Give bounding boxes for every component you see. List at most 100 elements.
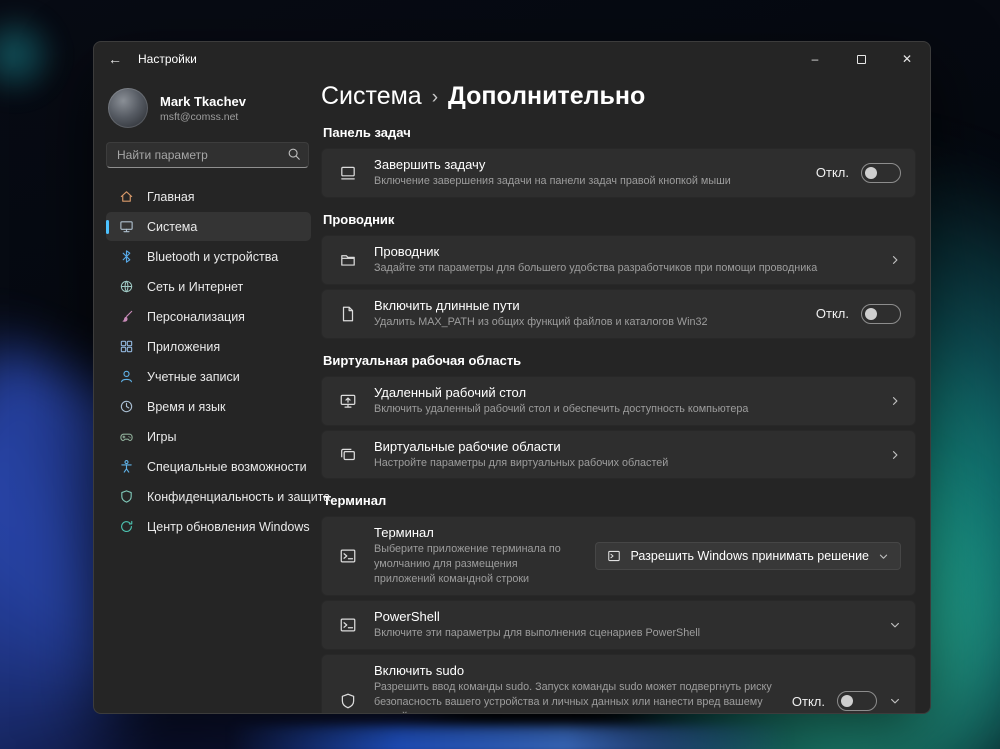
wallpaper-blue-band: [230, 725, 790, 749]
end-task-toggle[interactable]: [861, 162, 901, 183]
sidebar-item-time-language[interactable]: Время и язык: [106, 392, 311, 421]
user-name: Mark Tkachev: [160, 93, 246, 109]
section-taskbar: Панель задач Завершить задачу Включение …: [321, 125, 916, 198]
toggle-state-label: Откл.: [791, 693, 825, 709]
row-title: Проводник: [374, 243, 440, 259]
end-task-icon: [322, 164, 374, 182]
sudo-row: Включить sudo Разрешить ввод команды sud…: [321, 654, 916, 713]
row-description: Разрешить ввод команды sudo. Запуск кома…: [374, 681, 772, 713]
time-language-clock-icon: [118, 399, 134, 415]
remote-desktop-row[interactable]: Удаленный рабочий стол Включить удаленны…: [321, 375, 916, 426]
sidebar-item-label: Система: [147, 219, 198, 234]
accessibility-person-icon: [118, 459, 134, 475]
sidebar-item-label: Сеть и Интернет: [147, 279, 244, 294]
desktop-background: ← Настройки – ✕ Mark Tkachev msft@comss.…: [0, 0, 1000, 749]
virtual-desktops-icon: [322, 446, 374, 464]
breadcrumb: Система › Дополнительно: [321, 82, 916, 111]
breadcrumb-parent[interactable]: Система: [321, 82, 422, 111]
accounts-person-icon: [118, 369, 134, 385]
bluetooth-icon: [118, 249, 134, 265]
close-icon: ✕: [901, 52, 913, 66]
sidebar: Mark Tkachev msft@comss.net Главная: [94, 76, 330, 713]
sidebar-item-network[interactable]: Сеть и Интернет: [106, 272, 311, 301]
sidebar-item-home[interactable]: Главная: [106, 182, 311, 211]
search-icon: [287, 147, 301, 166]
sidebar-item-system[interactable]: Система: [106, 212, 311, 241]
chevron-down-icon[interactable]: [889, 695, 901, 707]
sidebar-item-privacy[interactable]: Конфиденциальность и защита: [106, 482, 330, 511]
sidebar-item-label: Приложения: [147, 339, 221, 354]
end-task-row: Завершить задачу Включение завершения за…: [321, 148, 916, 198]
chevron-right-icon: [889, 449, 901, 461]
sidebar-item-label: Главная: [147, 189, 195, 204]
personalization-brush-icon: [118, 309, 134, 325]
sidebar-item-apps[interactable]: Приложения: [106, 332, 311, 361]
sidebar-item-accessibility[interactable]: Специальные возможности: [106, 452, 311, 481]
virtual-desktops-row[interactable]: Виртуальные рабочие области Настройте па…: [321, 429, 916, 480]
sidebar-item-label: Учетные записи: [147, 369, 240, 384]
toggle-state-label: Откл.: [815, 306, 849, 322]
sidebar-item-personalization[interactable]: Персонализация: [106, 302, 311, 331]
chevron-down-icon: [878, 551, 889, 562]
row-title: Включить sudo: [374, 663, 465, 679]
sudo-shield-icon: [322, 692, 374, 710]
search-input[interactable]: [106, 142, 309, 168]
maximize-button[interactable]: [838, 42, 884, 76]
row-title: Удаленный рабочий стол: [374, 384, 527, 400]
sidebar-item-label: Конфиденциальность и защита: [147, 489, 331, 504]
section-title: Виртуальная рабочая область: [323, 352, 522, 368]
windows-update-icon: [118, 519, 134, 535]
selected-indicator: [106, 219, 109, 234]
sidebar-item-label: Центр обновления Windows: [147, 519, 310, 534]
user-card: Mark Tkachev msft@comss.net: [106, 84, 311, 138]
row-title: Терминал: [374, 525, 434, 541]
terminal-default-row: Терминал Выберите приложение терминала п…: [321, 516, 916, 597]
terminal-default-dropdown[interactable]: Разрешить Windows принимать решение: [595, 542, 901, 571]
close-button[interactable]: ✕: [884, 42, 930, 76]
privacy-shield-icon: [118, 489, 134, 505]
minimize-button[interactable]: –: [792, 42, 838, 76]
row-description: Включить удаленный рабочий стол и обеспе…: [374, 402, 749, 415]
remote-desktop-icon: [322, 392, 374, 410]
sidebar-item-label: Bluetooth и устройства: [147, 249, 279, 264]
section-title: Проводник: [323, 211, 395, 227]
row-title: Завершить задачу: [374, 157, 486, 172]
chevron-right-icon: [889, 254, 901, 266]
row-description: Задайте эти параметры для большего удобс…: [374, 261, 818, 274]
sidebar-item-label: Игры: [147, 429, 177, 444]
apps-grid-icon: [118, 339, 134, 355]
sidebar-item-windows-update[interactable]: Центр обновления Windows: [106, 512, 311, 541]
sidebar-item-bluetooth[interactable]: Bluetooth и устройства: [106, 242, 311, 271]
home-icon: [118, 189, 134, 205]
main-content: Система › Дополнительно Панель задач Зав…: [321, 76, 930, 713]
terminal-app-icon: [607, 549, 621, 563]
sidebar-item-accounts[interactable]: Учетные записи: [106, 362, 311, 391]
maximize-icon: [856, 54, 866, 64]
row-description: Настройте параметры для виртуальных рабо…: [374, 456, 669, 469]
toggle-knob: [841, 695, 853, 708]
long-paths-document-icon: [322, 305, 374, 323]
sudo-toggle[interactable]: [837, 691, 877, 712]
file-explorer-row[interactable]: Проводник Задайте эти параметры для боль…: [321, 234, 916, 285]
terminal-icon: [322, 547, 374, 565]
toggle-state-label: Откл.: [815, 165, 849, 181]
toggle-knob: [865, 307, 877, 320]
row-title: Включить длинные пути: [374, 297, 520, 313]
powershell-row[interactable]: PowerShell Включите эти параметры для вы…: [321, 600, 916, 651]
long-paths-toggle[interactable]: [861, 303, 901, 324]
chevron-right-icon: [889, 395, 901, 407]
chevron-down-icon: [889, 619, 901, 631]
file-explorer-folder-icon: [322, 251, 374, 269]
back-button[interactable]: ←: [94, 42, 136, 76]
row-description: Выберите приложение терминала по умолчан…: [374, 543, 561, 586]
sidebar-item-gaming[interactable]: Игры: [106, 422, 311, 451]
breadcrumb-separator-icon: ›: [431, 87, 439, 108]
section-virtual-workspace: Виртуальная рабочая область Удаленный ра…: [321, 353, 916, 480]
back-icon: ←: [108, 51, 122, 67]
minimize-icon: –: [811, 52, 819, 66]
dropdown-selected-value: Разрешить Windows принимать решение: [630, 549, 869, 564]
titlebar: ← Настройки – ✕: [94, 42, 930, 76]
toggle-knob: [865, 166, 877, 179]
page-title: Дополнительно: [448, 82, 646, 110]
window-title: Настройки: [138, 52, 197, 66]
